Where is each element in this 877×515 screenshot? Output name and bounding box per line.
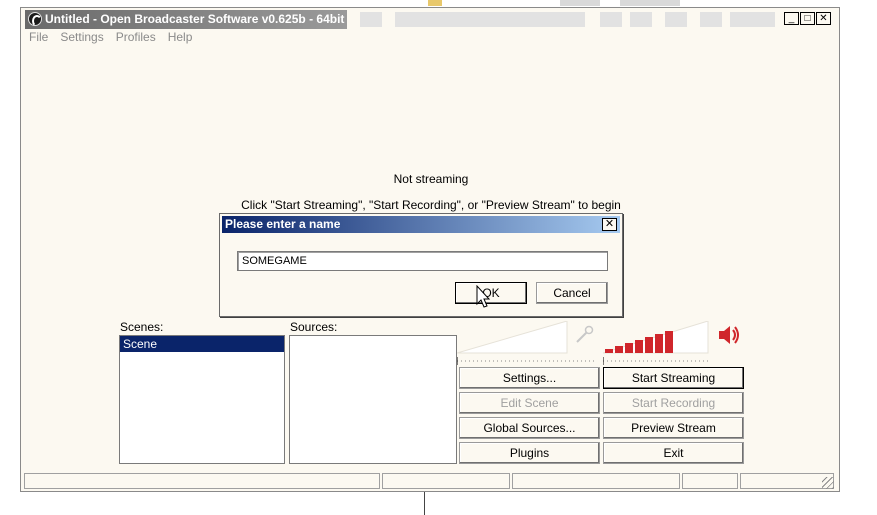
cancel-button[interactable]: Cancel: [536, 282, 608, 304]
status-bar: [24, 473, 836, 491]
menu-profiles[interactable]: Profiles: [116, 30, 156, 44]
window-title: Untitled - Open Broadcaster Software v0.…: [45, 12, 345, 26]
resize-grip[interactable]: [822, 477, 834, 489]
sources-list[interactable]: [289, 335, 457, 464]
desktop-volume-fader[interactable]: [603, 321, 715, 365]
name-dialog: Please enter a name ✕ OK Cancel: [219, 213, 623, 317]
stream-hint-text: Click "Start Streaming", "Start Recordin…: [241, 198, 621, 212]
plugins-button[interactable]: Plugins: [459, 442, 600, 464]
dialog-title: Please enter a name: [225, 217, 341, 231]
global-sources-button[interactable]: Global Sources...: [459, 417, 600, 439]
start-recording-button[interactable]: Start Recording: [603, 392, 744, 414]
scenes-list[interactable]: Scene: [119, 335, 285, 464]
minimize-button[interactable]: _: [784, 12, 799, 25]
speaker-icon[interactable]: [717, 324, 741, 346]
scene-name-input[interactable]: [237, 251, 608, 271]
scene-list-item[interactable]: Scene: [120, 336, 284, 352]
menu-file[interactable]: File: [29, 30, 48, 44]
menu-settings[interactable]: Settings: [60, 30, 103, 44]
exit-button[interactable]: Exit: [603, 442, 744, 464]
title-bar[interactable]: Untitled - Open Broadcaster Software v0.…: [25, 10, 835, 29]
edit-scene-button[interactable]: Edit Scene: [459, 392, 600, 414]
microphone-icon[interactable]: [574, 325, 594, 345]
dialog-close-button[interactable]: ✕: [602, 218, 617, 231]
stream-status-text: Not streaming: [393, 172, 469, 186]
preview-stream-button[interactable]: Preview Stream: [603, 417, 744, 439]
menu-help[interactable]: Help: [168, 30, 193, 44]
obs-logo-icon[interactable]: [28, 12, 42, 27]
mouse-cursor-icon: [476, 285, 491, 308]
dialog-title-bar[interactable]: Please enter a name ✕: [222, 216, 620, 233]
settings-button[interactable]: Settings...: [459, 367, 600, 389]
start-streaming-button[interactable]: Start Streaming: [603, 367, 744, 389]
sources-label: Sources:: [290, 320, 338, 334]
close-button[interactable]: ✕: [816, 12, 831, 25]
background-line: [424, 492, 425, 515]
menu-bar: File Settings Profiles Help: [29, 30, 192, 44]
maximize-button[interactable]: □: [800, 12, 815, 25]
scenes-label: Scenes:: [120, 320, 164, 334]
